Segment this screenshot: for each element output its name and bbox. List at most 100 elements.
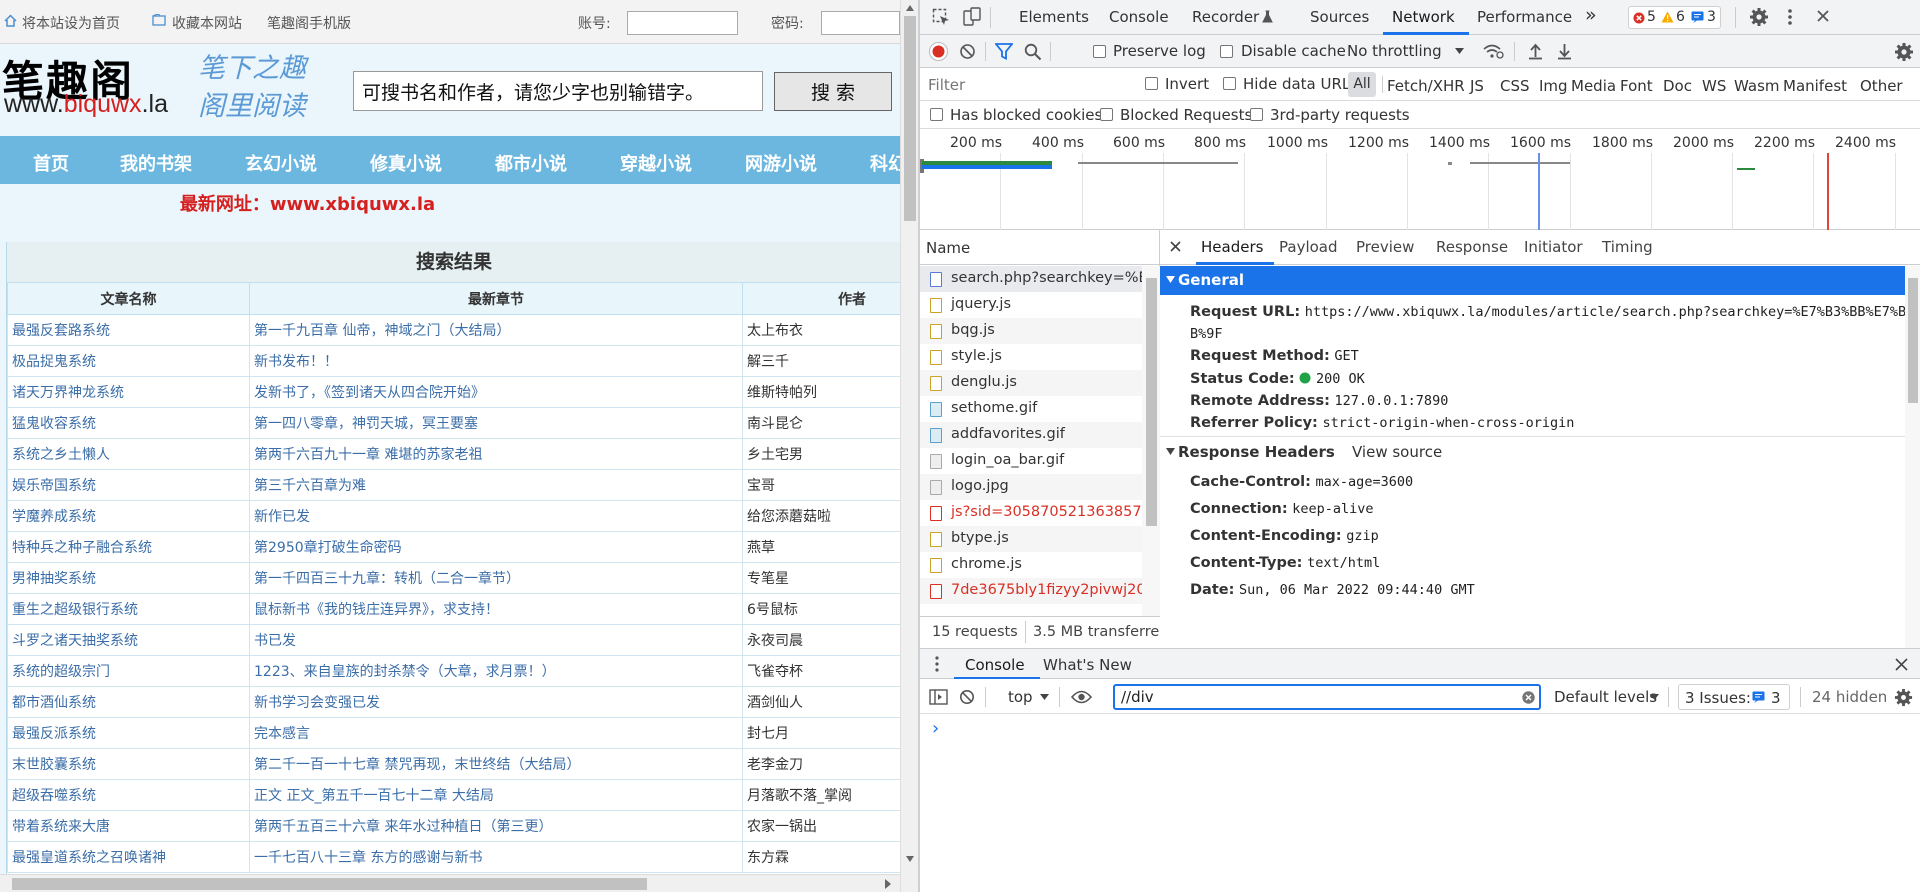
nav-item-home[interactable]: 首页: [33, 150, 69, 176]
search-input[interactable]: [353, 71, 763, 111]
request-row[interactable]: sethome.gif: [920, 396, 1142, 422]
nav-item-bookshelf[interactable]: 我的书架: [120, 150, 192, 176]
logo-url[interactable]: www.biquwx.la: [4, 90, 168, 119]
preserve-log-checkbox[interactable]: [1093, 45, 1106, 58]
request-row[interactable]: search.php?searchkey=%E7...: [920, 266, 1142, 292]
request-row[interactable]: js?sid=30587052136385736: [920, 500, 1142, 526]
book-title-link[interactable]: 带着系统来大唐: [7, 810, 250, 842]
scroll-down-icon[interactable]: [905, 855, 915, 863]
latest-chapter-link[interactable]: 鼠标新书《我的钱庄连异界》，求支持！: [249, 593, 743, 625]
book-title-link[interactable]: 男神抽奖系统: [7, 562, 250, 594]
book-title-link[interactable]: 系统之乡土懒人: [7, 438, 250, 470]
network-conditions-icon[interactable]: [1483, 43, 1504, 60]
nav-item-xiuzhen[interactable]: 修真小说: [370, 150, 442, 176]
detail-scrollbar[interactable]: [1905, 266, 1920, 648]
request-row[interactable]: btype.js: [920, 526, 1142, 552]
detail-tab-response[interactable]: Response: [1436, 238, 1508, 256]
horizontal-scrollbar[interactable]: [0, 874, 900, 892]
book-title-link[interactable]: 最强反套路系统: [7, 314, 250, 346]
clear-icon[interactable]: [959, 43, 976, 60]
filter-type-doc[interactable]: Doc: [1663, 77, 1692, 95]
request-row[interactable]: login_oa_bar.gif: [920, 448, 1142, 474]
name-column-header[interactable]: Name: [926, 239, 970, 257]
latest-chapter-link[interactable]: 一千七百八十三章 东方的感谢与新书: [249, 841, 743, 873]
book-title-link[interactable]: 重生之超级银行系统: [7, 593, 250, 625]
nav-item-wangyou[interactable]: 网游小说: [745, 150, 817, 176]
view-source-link[interactable]: View source: [1352, 443, 1442, 461]
filter-type-all[interactable]: All: [1348, 72, 1376, 97]
book-title-link[interactable]: 最强反派系统: [7, 717, 250, 749]
latest-chapter-link[interactable]: 第二千一百一十七章 禁咒再现，末世终结（大结局）: [249, 748, 743, 780]
network-overview-timeline[interactable]: 200 ms 400 ms 600 ms 800 ms 1000 ms 1200…: [920, 129, 1920, 230]
password-input[interactable]: [821, 11, 900, 35]
request-row[interactable]: logo.jpg: [920, 474, 1142, 500]
filter-funnel-icon[interactable]: [995, 43, 1013, 60]
drawer-tab-whats-new[interactable]: What's New: [1043, 656, 1132, 674]
filter-type-font[interactable]: Font: [1620, 77, 1653, 95]
clear-filter-icon[interactable]: [1522, 691, 1535, 704]
scroll-up-icon[interactable]: [905, 4, 915, 12]
account-input[interactable]: [627, 11, 738, 35]
general-section-header[interactable]: General: [1160, 266, 1905, 295]
drawer-menu-icon[interactable]: [935, 656, 939, 672]
device-toolbar-icon[interactable]: [962, 7, 982, 27]
drawer-tab-console[interactable]: Console: [965, 656, 1025, 674]
third-party-checkbox[interactable]: [1250, 108, 1263, 121]
detail-tab-preview[interactable]: Preview: [1356, 238, 1414, 256]
set-home-link[interactable]: 将本站设为首页: [22, 13, 120, 33]
latest-chapter-link[interactable]: 第一千四百三十九章：转机（二合一章节）: [249, 562, 743, 594]
record-icon[interactable]: [929, 42, 948, 61]
search-icon[interactable]: [1024, 43, 1042, 61]
disable-cache-checkbox[interactable]: [1220, 45, 1233, 58]
close-drawer-icon[interactable]: [1895, 658, 1908, 671]
request-row[interactable]: jquery.js: [920, 292, 1142, 318]
detail-tab-timing[interactable]: Timing: [1602, 238, 1653, 256]
filter-type-media[interactable]: Media: [1571, 77, 1616, 95]
book-title-link[interactable]: 末世胶囊系统: [7, 748, 250, 780]
request-row[interactable]: denglu.js: [920, 370, 1142, 396]
live-expression-eye-icon[interactable]: [1071, 690, 1092, 704]
request-list-scroll-thumb[interactable]: [1146, 278, 1157, 526]
more-tabs-button[interactable]: »: [1585, 4, 1597, 26]
issues-button[interactable]: 3 Issues: 3: [1678, 684, 1790, 710]
request-list-scrollbar[interactable]: [1142, 266, 1160, 616]
blocked-requests-checkbox[interactable]: [1100, 108, 1113, 121]
tab-network[interactable]: Network: [1392, 8, 1455, 26]
latest-chapter-link[interactable]: 1223、来自皇族的封杀禁令（大章，求月票！）: [249, 655, 743, 687]
export-har-icon[interactable]: [1557, 42, 1572, 60]
book-title-link[interactable]: 都市酒仙系统: [7, 686, 250, 718]
close-devtools-icon[interactable]: [1816, 9, 1830, 23]
latest-chapter-link[interactable]: 完本感言: [249, 717, 743, 749]
latest-chapter-link[interactable]: 新作已发: [249, 500, 743, 532]
clear-console-icon[interactable]: [959, 689, 975, 705]
hide-data-urls-checkbox[interactable]: [1223, 77, 1236, 90]
network-settings-gear-icon[interactable]: [1894, 42, 1914, 62]
latest-chapter-link[interactable]: 新书学习会变强已发: [249, 686, 743, 718]
request-row[interactable]: 7de3675bly1fizyy2pivwj207...: [920, 578, 1142, 604]
scroll-right-icon[interactable]: [883, 878, 893, 890]
book-title-link[interactable]: 学魔养成系统: [7, 500, 250, 532]
latest-chapter-link[interactable]: 书已发: [249, 624, 743, 656]
request-row[interactable]: style.js: [920, 344, 1142, 370]
settings-gear-icon[interactable]: [1749, 7, 1769, 27]
filter-type-wasm[interactable]: Wasm: [1734, 77, 1780, 95]
latest-chapter-link[interactable]: 第三千六百章为难: [249, 469, 743, 501]
request-row[interactable]: bqg.js: [920, 318, 1142, 344]
latest-chapter-link[interactable]: 第2950章打破生命密码: [249, 531, 743, 563]
book-title-link[interactable]: 系统的超级宗门: [7, 655, 250, 687]
throttling-select[interactable]: No throttling: [1347, 42, 1442, 60]
search-button[interactable]: 搜 索: [774, 72, 892, 111]
issue-counters[interactable]: 5 6 3: [1628, 6, 1721, 29]
console-prompt[interactable]: ›: [932, 718, 939, 739]
filter-type-js[interactable]: JS: [1470, 77, 1484, 95]
mobile-link[interactable]: 笔趣阁手机版: [267, 13, 351, 33]
detail-tab-payload[interactable]: Payload: [1279, 238, 1338, 256]
latest-chapter-link[interactable]: 第两千六百九十一章 难堪的苏家老祖: [249, 438, 743, 470]
request-row[interactable]: chrome.js: [920, 552, 1142, 578]
filter-type-css[interactable]: CSS: [1500, 77, 1530, 95]
tab-elements[interactable]: Elements: [1019, 8, 1089, 26]
show-sidebar-icon[interactable]: [929, 689, 948, 705]
response-headers-section-header[interactable]: Response Headers View source: [1160, 437, 1905, 467]
filter-type-manifest[interactable]: Manifest: [1783, 77, 1847, 95]
book-title-link[interactable]: 娱乐帝国系统: [7, 469, 250, 501]
